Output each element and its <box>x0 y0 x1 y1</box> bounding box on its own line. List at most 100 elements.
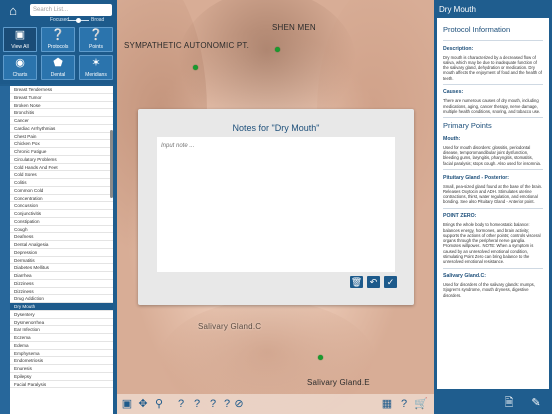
list-item[interactable]: Dental Analgesia <box>10 241 113 249</box>
notes-dialog-title: Notes for "Dry Mouth" <box>232 123 320 133</box>
category-view-all-button[interactable]: ▣ View All <box>3 27 37 52</box>
list-item[interactable]: Cancer <box>10 117 113 125</box>
list-item[interactable]: Chicken Pox <box>10 140 113 148</box>
divider <box>443 83 543 85</box>
divider <box>443 207 543 209</box>
list-item[interactable]: Dry Mouth <box>10 303 113 311</box>
list-item[interactable]: Enuresis <box>10 365 113 373</box>
list-item[interactable]: Diabetes Mellitus <box>10 264 113 272</box>
list-item[interactable]: Dysmenorrhea <box>10 319 113 327</box>
list-item[interactable]: Breast Tenderness <box>10 86 113 94</box>
focus-label-left: Focused <box>50 17 70 23</box>
focus-knob[interactable] <box>76 18 81 23</box>
list-item[interactable]: Chest Pain <box>10 133 113 141</box>
point-heading-salivary[interactable]: Salivary Gland.C: <box>443 273 543 279</box>
checkmark-icon: ✓ <box>386 277 395 287</box>
list-item[interactable]: Cold Hands And Feet <box>10 164 113 172</box>
bottom-toolbar: ▣ ✥ ⚲ ? ? ? ? ⊘ ▦ ? 🛒 <box>117 394 434 414</box>
list-item[interactable]: Colitis <box>10 179 113 187</box>
info-panel-footer: 🗎 ✎ <box>434 391 552 414</box>
list-item[interactable]: Drug Addiction <box>10 295 113 303</box>
description-heading: Description: <box>443 45 474 52</box>
point-marker-salivary-e[interactable] <box>318 355 323 360</box>
category-protocols-button[interactable]: ❔ Protocols <box>41 27 75 52</box>
category-meridians-button[interactable]: ✶ Meridians <box>79 55 113 80</box>
list-item[interactable]: Cold Sores <box>10 171 113 179</box>
list-item[interactable]: Cardiac Arrhythmias <box>10 125 113 133</box>
list-item[interactable]: Facial Paralysis <box>10 381 113 389</box>
help-ear-3-icon[interactable]: ? <box>206 397 220 411</box>
list-item[interactable]: Breast Tumor <box>10 94 113 102</box>
point-heading-zero[interactable]: POINT ZERO: <box>443 213 543 219</box>
protocol-info-scroll[interactable]: Protocol Information Description: Dry mo… <box>437 18 549 389</box>
point-text-zero: Brings the whole body to homeostatic bal… <box>443 222 541 265</box>
divider <box>443 117 543 118</box>
list-item[interactable]: Conjunctivitis <box>10 210 113 218</box>
undo-icon: ↶ <box>369 277 378 287</box>
list-item[interactable]: Emphysema <box>10 350 113 358</box>
list-item[interactable]: Ear Infection <box>10 326 113 334</box>
delete-note-button[interactable]: 🗑 <box>350 276 363 288</box>
list-item[interactable]: Concentration <box>10 195 113 203</box>
cart-icon[interactable]: 🛒 <box>414 397 428 411</box>
list-item[interactable]: Epilepsy <box>10 373 113 381</box>
list-item[interactable]: Diarrhea <box>10 272 113 280</box>
category-points-button[interactable]: ❔ Points <box>79 27 113 52</box>
list-item[interactable]: Edema <box>10 342 113 350</box>
home-icon[interactable]: ⌂ <box>4 3 22 18</box>
point-marker-sympathetic[interactable] <box>193 65 198 70</box>
condition-list[interactable]: Breast Tenderness Breast Tumor Broken Nose… <box>10 86 113 414</box>
alphabet-index-bar[interactable] <box>0 86 10 414</box>
list-item[interactable]: Deafness <box>10 233 113 241</box>
divider <box>443 40 543 41</box>
help-ear-2-icon[interactable]: ? <box>190 397 204 411</box>
list-item[interactable]: Dermatitis <box>10 257 113 265</box>
undo-note-button[interactable]: ↶ <box>367 276 380 288</box>
app-window: ⌂ Search List... Focused Broad ▣ View Al… <box>0 0 552 414</box>
list-item[interactable]: Circulatory Problems <box>10 156 113 164</box>
save-note-button[interactable]: ✓ <box>384 276 397 288</box>
pdf-icon[interactable]: 🗎 <box>501 395 517 411</box>
list-item[interactable]: Dysentery <box>10 311 113 319</box>
hide-points-icon[interactable]: ⊘ <box>232 397 246 411</box>
zoom-icon[interactable]: ⚲ <box>152 397 166 411</box>
category-dental-button[interactable]: ⬟ Dental <box>41 55 75 80</box>
points-icon: ❔ <box>89 29 103 41</box>
help-ear-icon[interactable]: ? <box>174 397 188 411</box>
point-label-salivary-c[interactable]: Salivary Gland.C <box>198 322 261 331</box>
map-icon[interactable]: ▦ <box>380 397 394 411</box>
list-item[interactable]: Broken Nose <box>10 102 113 110</box>
list-item[interactable]: Bronchitis <box>10 109 113 117</box>
edit-note-icon[interactable]: ✎ <box>528 395 544 411</box>
list-item[interactable]: Chronic Fatigue <box>10 148 113 156</box>
ear-view-icon[interactable]: ▣ <box>120 397 134 411</box>
list-item[interactable]: Cough <box>10 226 113 234</box>
list-item[interactable]: Eczema <box>10 334 113 342</box>
point-label-sympathetic[interactable]: SYMPATHETIC AUTONOMIC PT. <box>124 41 249 50</box>
point-marker-shen-men[interactable] <box>275 47 280 52</box>
focus-slider[interactable]: Focused Broad <box>0 17 117 24</box>
point-heading-pituitary[interactable]: Pituitary Gland - Posterior: <box>443 175 543 181</box>
list-scrollbar[interactable] <box>110 130 113 198</box>
list-item[interactable]: Concussion <box>10 202 113 210</box>
list-item[interactable]: Depression <box>10 249 113 257</box>
note-input[interactable] <box>157 137 395 272</box>
list-item[interactable]: Dizziness <box>10 288 113 296</box>
category-charts-button[interactable]: ◉ Charts <box>3 55 37 80</box>
search-input[interactable]: Search List... <box>30 4 112 16</box>
charts-icon: ◉ <box>15 57 25 69</box>
list-item[interactable]: Common Cold <box>10 187 113 195</box>
point-heading-mouth[interactable]: Mouth: <box>443 136 543 142</box>
point-label-salivary-e[interactable]: Salivary Gland.E <box>307 378 370 387</box>
move-icon[interactable]: ✥ <box>136 397 150 411</box>
list-item[interactable]: Endometriosis <box>10 357 113 365</box>
help-icon[interactable]: ? <box>397 397 411 411</box>
category-label: Protocols <box>47 44 69 50</box>
causes-heading: Causes: <box>443 89 464 96</box>
point-label-shen-men[interactable]: SHEN MEN <box>272 23 316 32</box>
protocols-icon: ❔ <box>51 29 65 41</box>
list-item[interactable]: Dizziness <box>10 280 113 288</box>
category-label: Meridians <box>85 72 107 78</box>
focus-label-right: Broad <box>91 17 105 23</box>
list-item[interactable]: Constipation <box>10 218 113 226</box>
